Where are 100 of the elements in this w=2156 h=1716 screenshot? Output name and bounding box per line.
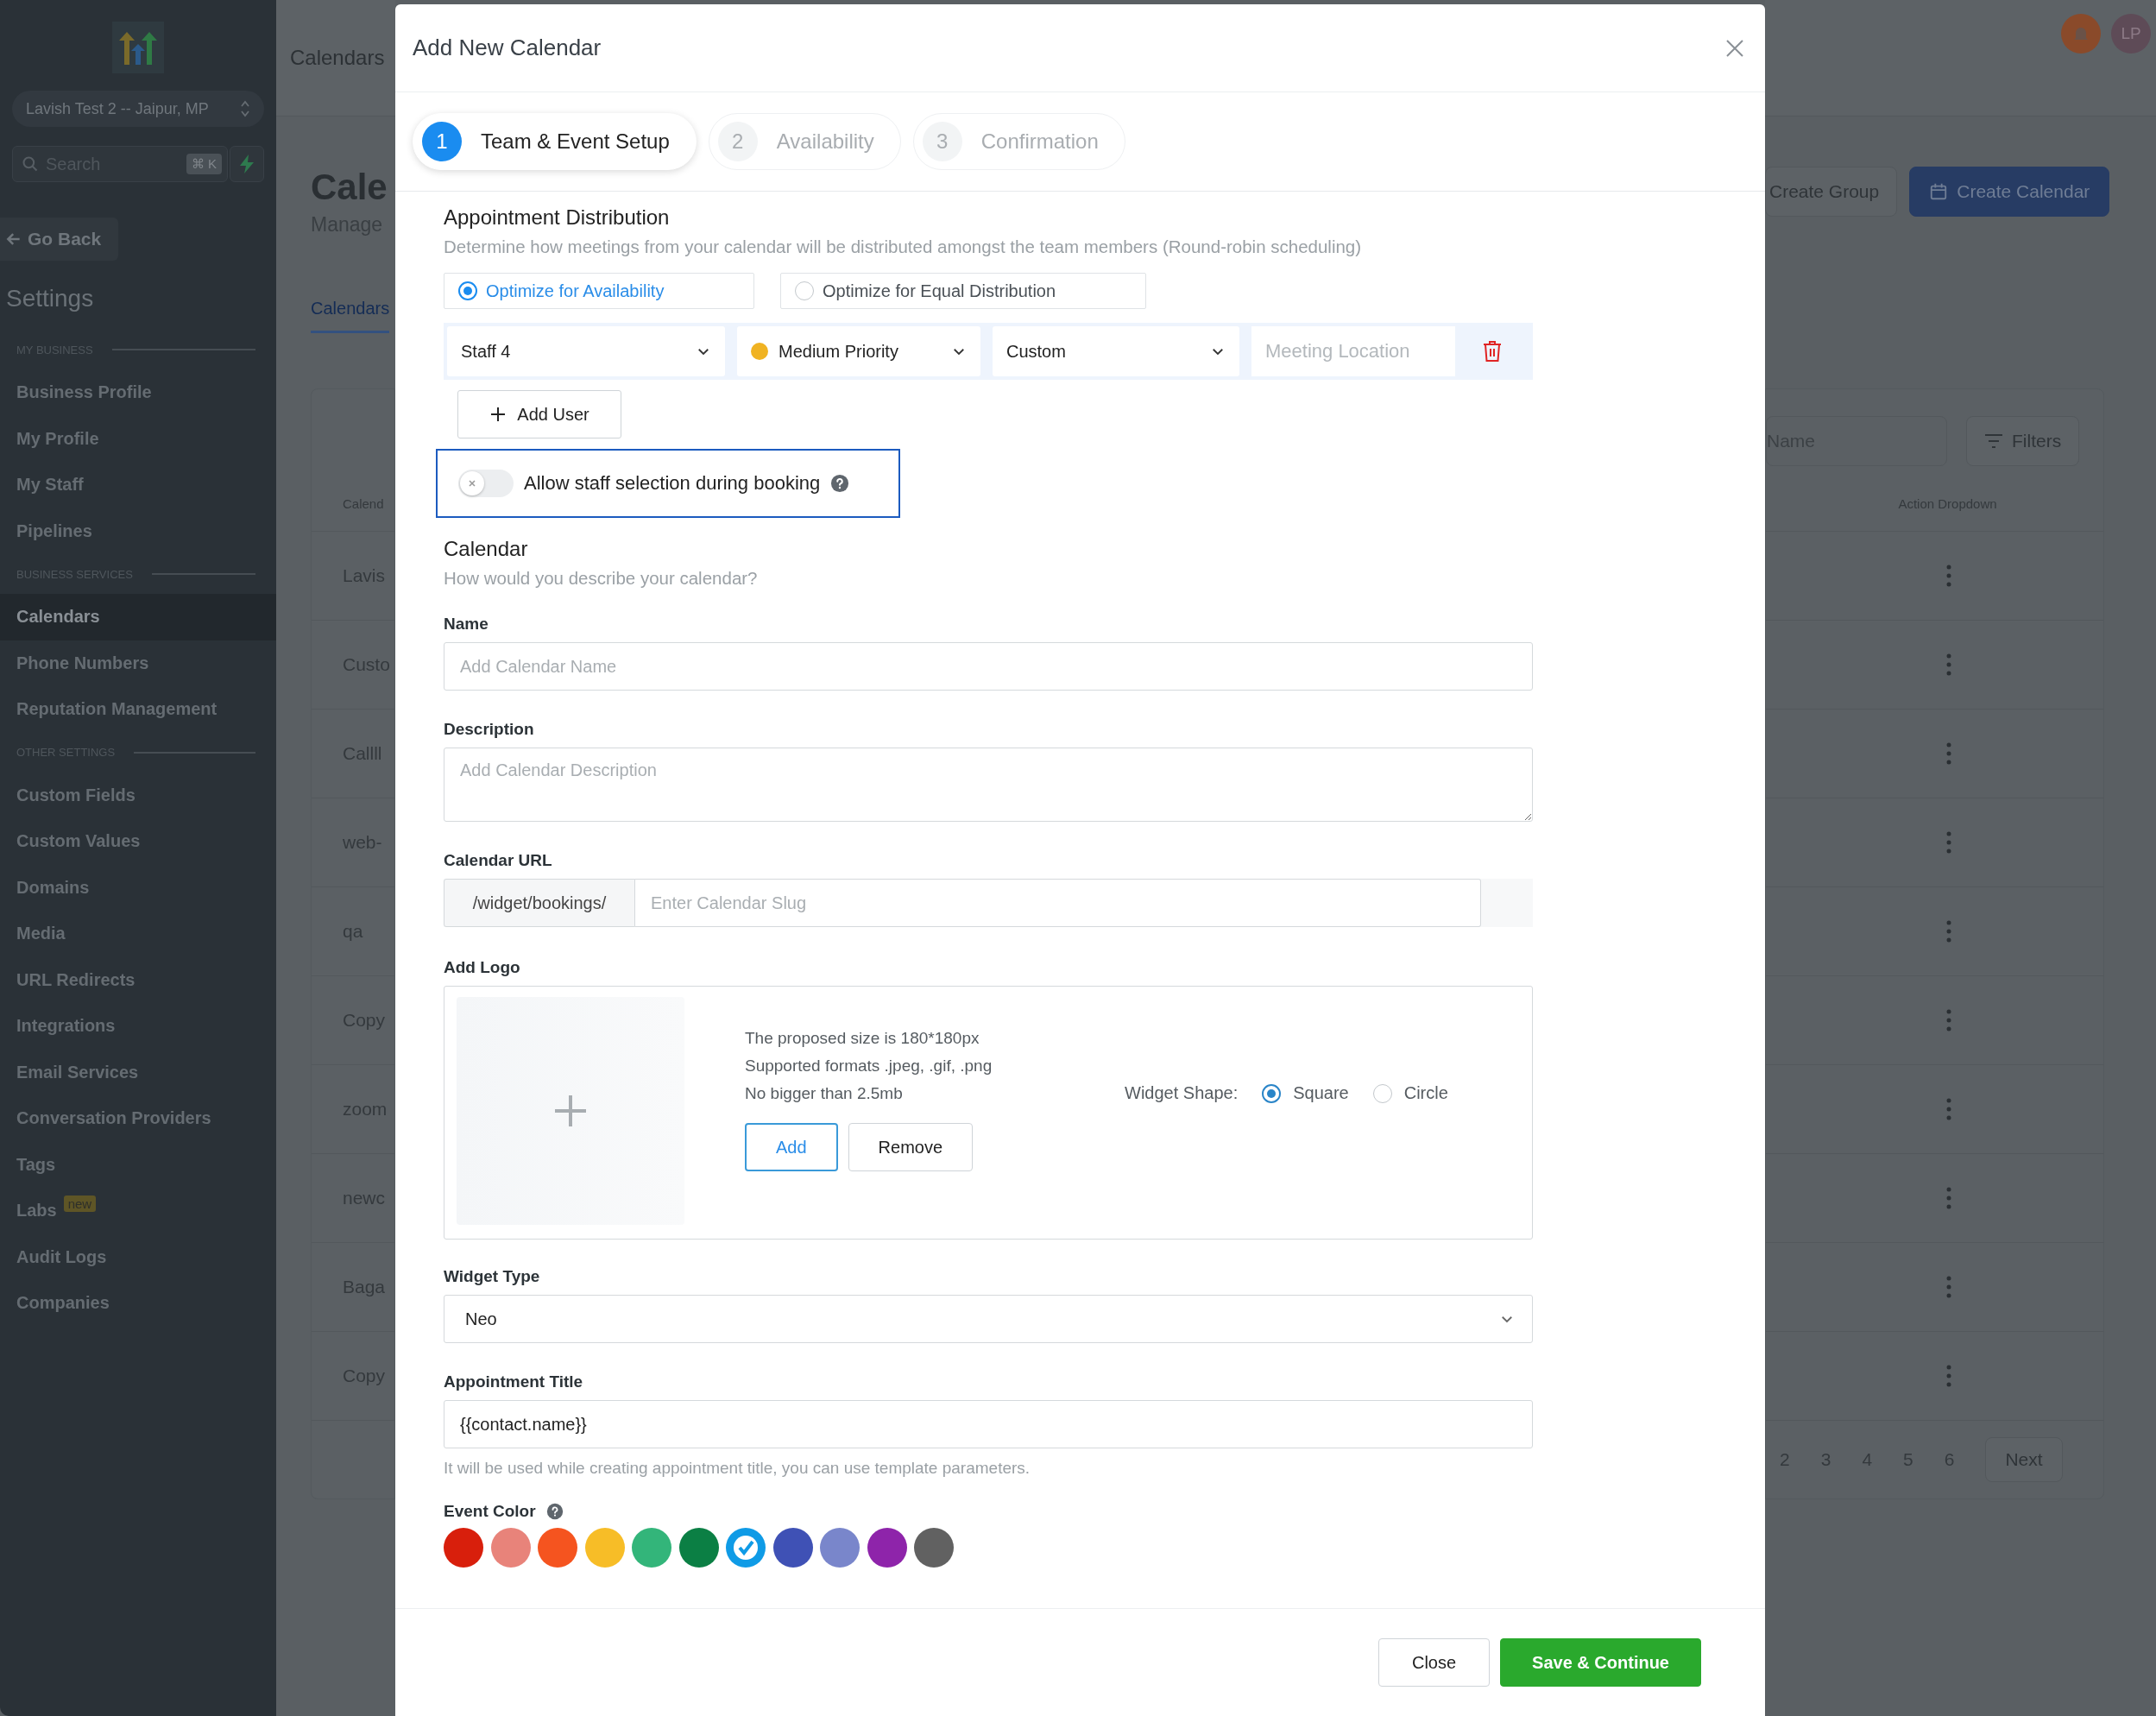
more-icon[interactable] xyxy=(1945,742,1951,765)
close-button[interactable]: Close xyxy=(1377,1638,1491,1687)
shape-label: Widget Shape: xyxy=(1125,1083,1239,1103)
more-icon[interactable] xyxy=(1945,1365,1951,1387)
widget-type-select[interactable]: Neo xyxy=(444,1295,1533,1343)
sidebar-item[interactable]: Companies xyxy=(0,1280,276,1327)
priority-dot-icon xyxy=(751,343,768,360)
meeting-location-field[interactable]: Meeting Location xyxy=(1251,326,1455,376)
create-calendar-button[interactable]: Create Calendar xyxy=(1909,167,2110,217)
help-icon xyxy=(830,474,850,493)
section-title: Appointment Distribution xyxy=(444,205,671,230)
color-swatch[interactable] xyxy=(867,1528,907,1568)
account-selector[interactable]: Lavish Test 2 -- Jaipur, MP xyxy=(12,91,264,127)
tab[interactable]: Calendars xyxy=(311,299,390,333)
sidebar-item[interactable]: Conversation Providers xyxy=(0,1095,276,1142)
add-user-button[interactable]: Add User xyxy=(457,390,621,438)
radio-option[interactable]: Optimize for Availability xyxy=(444,273,754,309)
logo-icon xyxy=(112,22,164,73)
sidebar-item[interactable]: URL Redirects xyxy=(0,956,276,1003)
staff-select[interactable]: Staff 4 xyxy=(447,326,725,376)
color-swatch[interactable] xyxy=(914,1528,954,1568)
appointment-title-field[interactable]: {{contact.name}} xyxy=(444,1400,1533,1448)
section-title: Calendar xyxy=(444,537,529,561)
help-icon xyxy=(545,1503,564,1520)
sidebar-item[interactable]: Custom Values xyxy=(0,818,276,865)
more-icon[interactable] xyxy=(1945,831,1951,854)
sidebar-item[interactable]: Calendars xyxy=(0,594,276,640)
more-icon[interactable] xyxy=(1945,565,1951,587)
color-swatch[interactable] xyxy=(820,1528,860,1568)
field-label: Description xyxy=(444,720,535,739)
toggle-label: Allow staff selection during booking xyxy=(524,472,821,495)
sidebar-item[interactable]: Media xyxy=(0,911,276,957)
plus-icon xyxy=(553,1094,588,1128)
sidebar-item[interactable]: Pipelines xyxy=(0,508,276,554)
sidebar-item[interactable]: My Profile xyxy=(0,415,276,462)
step-tab[interactable]: 1 Team & Event Setup xyxy=(413,113,697,170)
step-tab[interactable]: 2 Availability xyxy=(708,113,901,170)
save-continue-button[interactable]: Save & Continue xyxy=(1500,1638,1701,1687)
url-prefix: /widget/bookings/ xyxy=(444,879,635,927)
sidebar-item[interactable]: Tags xyxy=(0,1141,276,1188)
field-label: Widget Type xyxy=(444,1267,541,1286)
sidebar-item[interactable]: Custom Fields xyxy=(0,772,276,818)
sidebar-item[interactable]: Integrations xyxy=(0,1003,276,1050)
sidebar-item[interactable]: Reputation Management xyxy=(0,686,276,733)
add-logo-button[interactable]: Add xyxy=(745,1123,838,1171)
color-swatch[interactable] xyxy=(538,1528,577,1568)
hint-text: The proposed size is 180*180px xyxy=(745,1028,980,1049)
description-field[interactable]: Add Calendar Description xyxy=(444,748,1533,822)
check-icon xyxy=(733,1535,759,1561)
search-icon xyxy=(22,155,39,173)
hint-text: No bigger than 2.5mb xyxy=(745,1083,904,1104)
lightning-icon xyxy=(239,155,255,173)
step-tab[interactable]: 3 Confirmation xyxy=(912,113,1125,170)
dialog-title: Add New Calendar xyxy=(413,35,602,61)
color-swatch[interactable] xyxy=(584,1528,625,1568)
lightning-button[interactable] xyxy=(230,146,264,182)
sidebar-item[interactable]: My Staff xyxy=(0,462,276,508)
shape-option[interactable]: Circle xyxy=(1372,1083,1448,1103)
color-swatch[interactable] xyxy=(772,1528,813,1568)
priority-select[interactable]: Medium Priority xyxy=(737,326,980,376)
sidebar-item[interactable]: Phone Numbers xyxy=(0,640,276,686)
close-icon[interactable] xyxy=(1725,38,1744,58)
more-icon[interactable] xyxy=(1945,1009,1951,1031)
shape-option[interactable]: Square xyxy=(1262,1083,1349,1103)
calendar-icon xyxy=(1929,182,1949,201)
section-description: Determine how meetings from your calendar will be distributed amongst the team members (Round-robin scheduling) xyxy=(444,237,1363,257)
section-description: How would you describe your calendar? xyxy=(444,568,759,589)
color-swatch[interactable] xyxy=(444,1528,483,1568)
field-label: Calendar URL xyxy=(444,851,553,870)
x-icon xyxy=(468,479,476,488)
color-swatch[interactable] xyxy=(678,1528,719,1568)
field-label: Add Logo xyxy=(444,958,521,977)
color-swatch[interactable] xyxy=(726,1528,766,1568)
hint-text: It will be used while creating appointment title, you can use template parameters. xyxy=(444,1459,1031,1478)
more-icon[interactable] xyxy=(1945,1276,1951,1298)
more-icon[interactable] xyxy=(1945,653,1951,676)
sidebar-item[interactable]: Audit Logs xyxy=(0,1233,276,1280)
sidebar-item[interactable]: Domains xyxy=(0,864,276,911)
sidebar-item[interactable]: Email Services xyxy=(0,1049,276,1095)
color-swatch[interactable] xyxy=(490,1528,531,1568)
location-select[interactable]: Custom xyxy=(993,326,1239,376)
sort-icon xyxy=(240,98,250,119)
radio-option[interactable]: Optimize for Equal Distribution xyxy=(780,273,1146,309)
color-swatch[interactable] xyxy=(632,1528,671,1568)
plus-icon xyxy=(489,406,507,423)
toggle-switch[interactable] xyxy=(458,470,514,497)
field-label: Appointment Title xyxy=(444,1372,584,1391)
slug-field[interactable]: Enter Calendar Slug xyxy=(635,879,1481,927)
more-icon[interactable] xyxy=(1945,920,1951,943)
more-icon[interactable] xyxy=(1945,1098,1951,1120)
more-icon[interactable] xyxy=(1945,1187,1951,1209)
name-field[interactable]: Add Calendar Name xyxy=(444,642,1533,691)
sidebar-item[interactable]: Business Profile xyxy=(0,369,276,416)
remove-logo-button[interactable]: Remove xyxy=(848,1123,974,1171)
field-label: Name xyxy=(444,615,489,634)
filter-icon xyxy=(1984,433,2003,449)
sidebar-title: Settings xyxy=(5,284,95,313)
back-button[interactable]: Go Back xyxy=(0,218,118,261)
delete-icon[interactable] xyxy=(1483,340,1502,363)
notification-button[interactable] xyxy=(2061,14,2101,54)
